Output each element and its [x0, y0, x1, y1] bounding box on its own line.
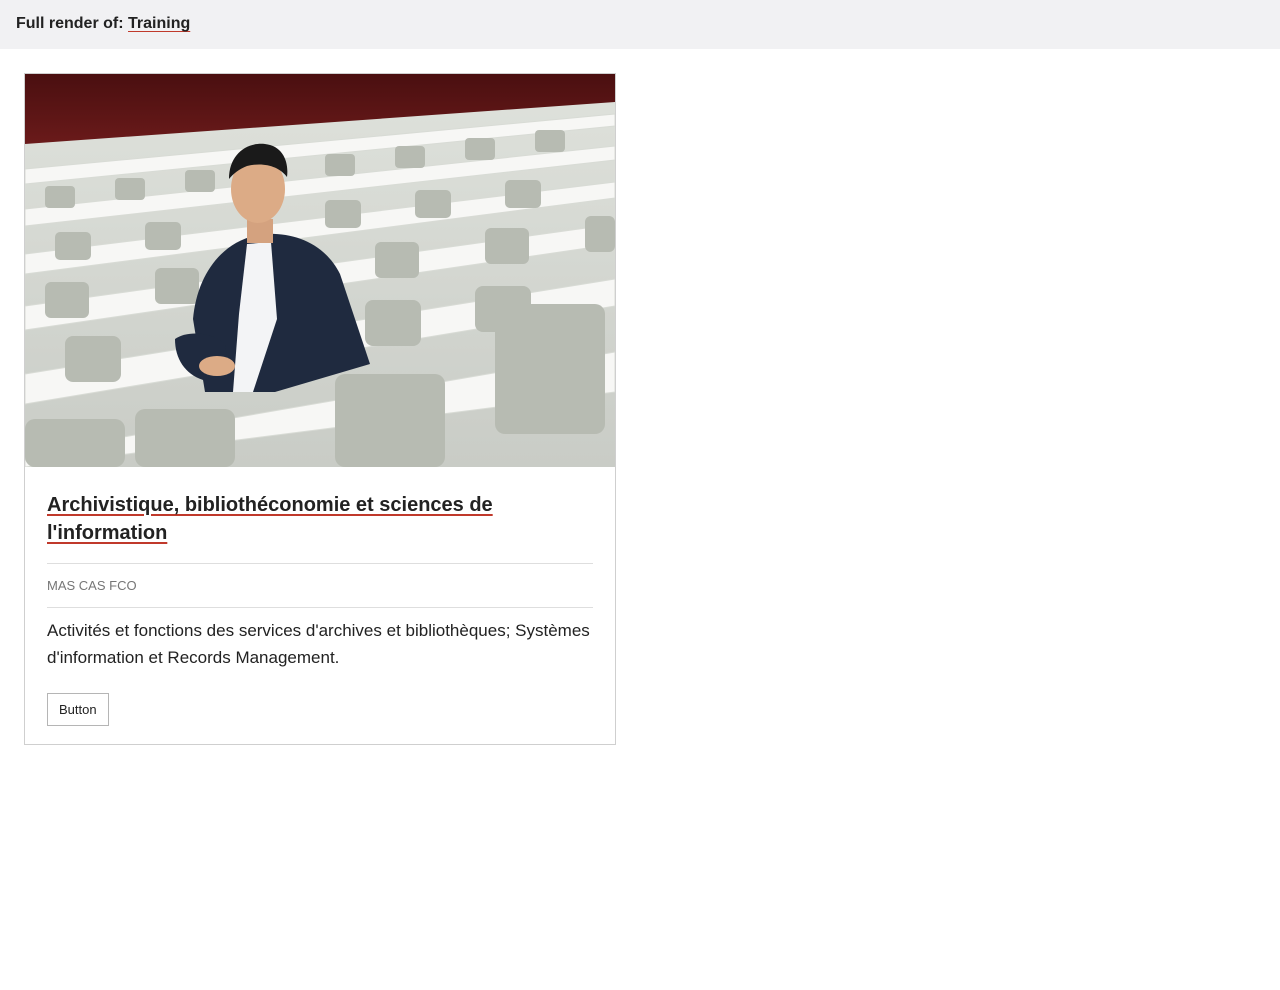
card-meta: MAS CAS FCO — [47, 578, 137, 593]
card-description: Activités et fonctions des services d'ar… — [47, 621, 590, 667]
header-prefix: Full render of: — [16, 15, 124, 32]
card-title-link[interactable]: Archivistique, bibliothéconomie et scien… — [47, 491, 593, 547]
lecture-hall-photo — [25, 74, 615, 467]
card-action-button[interactable]: Button — [47, 693, 109, 726]
training-card: Archivistique, bibliothéconomie et scien… — [24, 73, 616, 745]
card-body: Archivistique, bibliothéconomie et scien… — [47, 467, 593, 726]
page-header: Full render of: Training — [0, 0, 1280, 49]
card-image — [25, 74, 615, 467]
training-link[interactable]: Training — [128, 15, 190, 32]
divider — [47, 607, 593, 608]
